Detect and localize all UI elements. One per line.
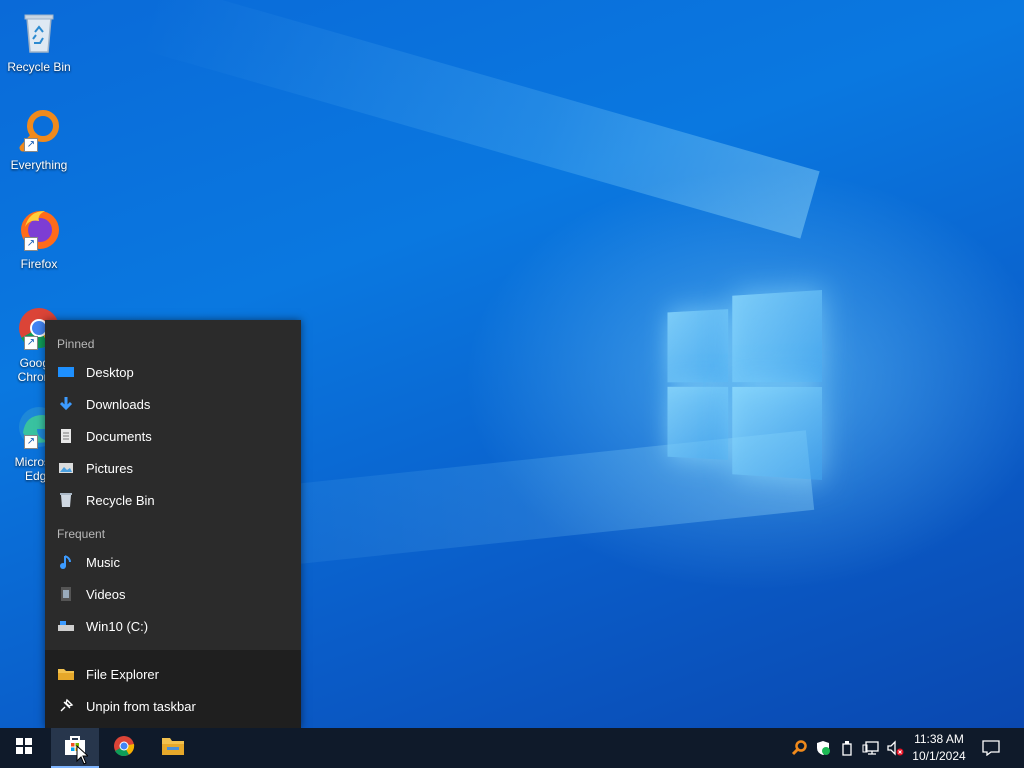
jumplist-item-label: Unpin from taskbar: [86, 698, 196, 714]
network-icon[interactable]: [861, 738, 881, 758]
everything-search-icon: ↗: [15, 106, 63, 154]
taskbar-file-explorer-button[interactable]: [149, 728, 197, 768]
jumplist-item-recycle-bin[interactable]: Recycle Bin: [45, 484, 301, 516]
taskbar-store-button[interactable]: [51, 728, 99, 768]
taskbar-clock[interactable]: 11:38 AM 10/1/2024: [905, 731, 973, 765]
jumplist-item-label: Documents: [86, 428, 152, 444]
taskbar: 11:38 AM 10/1/2024: [0, 728, 1024, 768]
recycle-bin-icon: [57, 491, 75, 509]
jumplist-item-label: File Explorer: [86, 666, 159, 682]
jumplist-item-label: Win10 (C:): [86, 618, 149, 634]
windows-logo-wallpaper: [667, 290, 822, 480]
volume-muted-icon[interactable]: [885, 738, 905, 758]
jumplist-item-label: Downloads: [86, 396, 151, 412]
shortcut-arrow-icon: ↗: [24, 237, 38, 251]
clock-date: 10/1/2024: [912, 749, 966, 763]
music-note-icon: [57, 553, 75, 571]
jumplist-actions: File Explorer Unpin from taskbar: [45, 650, 301, 728]
pinned-header: Pinned: [57, 337, 95, 351]
shortcut-arrow-icon: ↗: [24, 138, 38, 152]
action-center-icon[interactable]: [981, 738, 1001, 758]
shortcut-arrow-icon: ↗: [24, 336, 38, 350]
desktop-icon-recycle-bin[interactable]: Recycle Bin: [4, 8, 74, 74]
start-button[interactable]: [0, 728, 48, 768]
jumplist-item-music[interactable]: Music: [45, 546, 301, 578]
jumplist-action-unpin[interactable]: Unpin from taskbar: [45, 690, 301, 722]
jumplist-item-desktop[interactable]: Desktop: [45, 356, 301, 388]
usb-device-icon[interactable]: [837, 738, 857, 758]
file-explorer-jump-list: Pinned Desktop Downloads Documents Pictu…: [45, 320, 301, 728]
jumplist-item-downloads[interactable]: Downloads: [45, 388, 301, 420]
shortcut-arrow-icon: ↗: [24, 435, 38, 449]
file-explorer-icon: [57, 665, 75, 683]
taskbar-chrome-button[interactable]: [100, 728, 148, 768]
mouse-cursor: [76, 744, 90, 770]
desktop-folder-icon: [57, 363, 75, 381]
desktop-icon-label: Firefox: [20, 257, 58, 271]
jumplist-item-win10-drive[interactable]: Win10 (C:): [45, 610, 301, 642]
security-shield-icon[interactable]: [813, 738, 833, 758]
windows-start-icon: [16, 737, 32, 759]
jumplist-item-documents[interactable]: Documents: [45, 420, 301, 452]
jumplist-item-videos[interactable]: Videos: [45, 578, 301, 610]
firefox-icon: ↗: [15, 205, 63, 253]
everything-tray-icon[interactable]: [789, 738, 809, 758]
jumplist-item-label: Pictures: [86, 460, 133, 476]
clock-time: 11:38 AM: [914, 732, 964, 746]
file-explorer-icon: [161, 736, 185, 761]
jumplist-item-label: Music: [86, 554, 120, 570]
pictures-icon: [57, 459, 75, 477]
chrome-icon: [112, 734, 136, 763]
jumplist-item-label: Videos: [86, 586, 126, 602]
jumplist-item-label: Recycle Bin: [86, 492, 155, 508]
jumplist-item-pictures[interactable]: Pictures: [45, 452, 301, 484]
videos-icon: [57, 585, 75, 603]
desktop-icon-label: Everything: [10, 158, 68, 172]
document-icon: [57, 427, 75, 445]
light-beam: [137, 0, 820, 239]
downloads-arrow-icon: [57, 395, 75, 413]
desktop-icon-everything[interactable]: ↗ Everything: [4, 106, 74, 172]
desktop-icon-label: Recycle Bin: [7, 60, 71, 74]
unpin-icon: [57, 697, 75, 715]
frequent-header: Frequent: [57, 527, 106, 541]
jumplist-action-file-explorer[interactable]: File Explorer: [45, 658, 301, 690]
drive-icon: [57, 617, 75, 635]
desktop-icon-firefox[interactable]: ↗ Firefox: [4, 205, 74, 271]
jumplist-item-label: Desktop: [86, 364, 134, 380]
recycle-bin-icon: [15, 8, 63, 56]
